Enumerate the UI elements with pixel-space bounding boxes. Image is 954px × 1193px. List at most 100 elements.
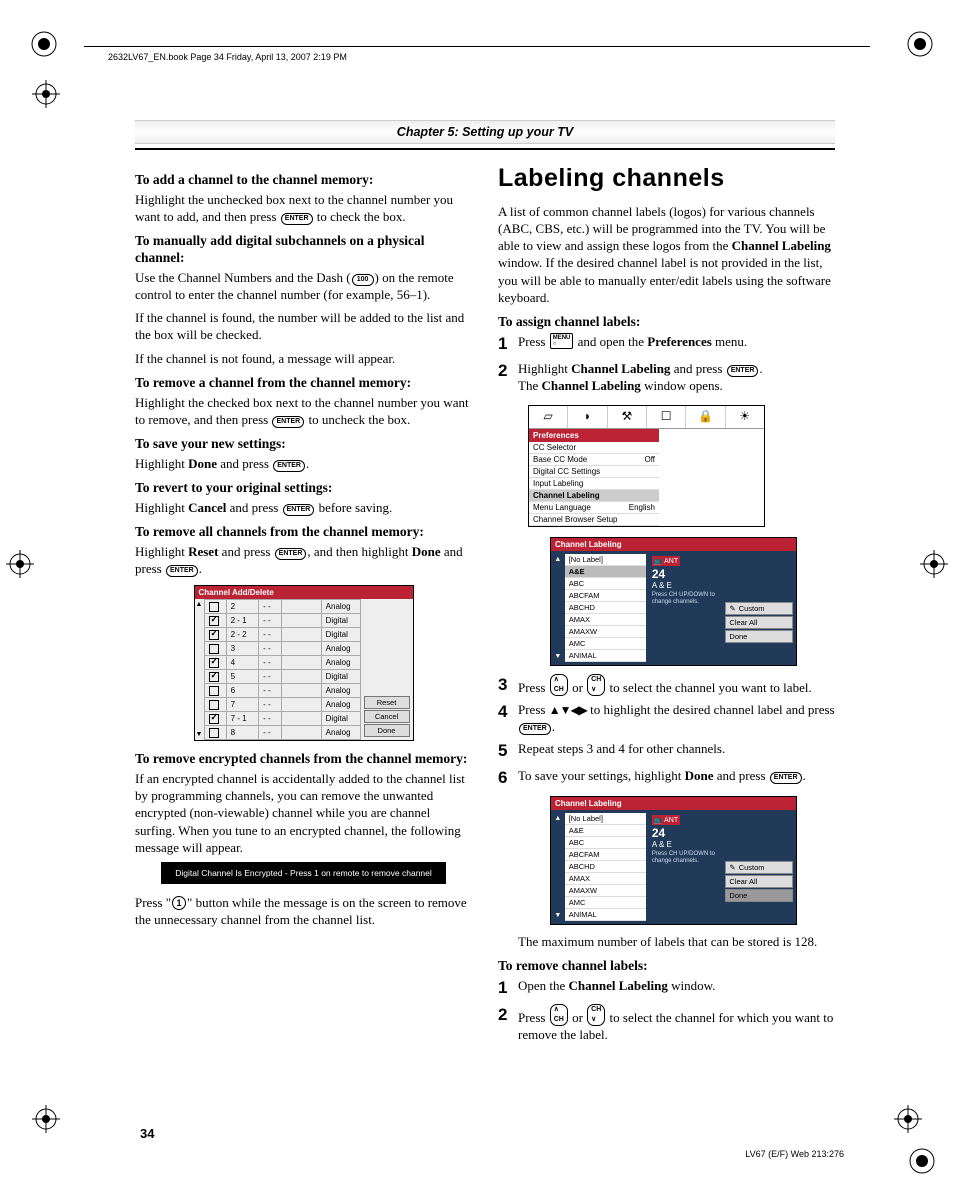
list-item[interactable]: [No Label] [565, 554, 646, 566]
tab-preferences-icon[interactable]: ☀ [726, 406, 764, 428]
list-item[interactable]: ABCFAM [565, 590, 646, 602]
table-row: 2 - 1- -Digital [205, 614, 360, 628]
list-item[interactable]: AMC [565, 638, 646, 650]
list-item[interactable]: A&E [565, 566, 646, 578]
checkbox-icon[interactable] [209, 728, 219, 738]
list-item[interactable]: AMAX [565, 873, 646, 885]
checkbox-icon[interactable] [209, 644, 219, 654]
menu-item[interactable]: Menu LanguageEnglish [529, 502, 659, 514]
list-item[interactable]: AMC [565, 897, 646, 909]
menu-item[interactable]: Channel Labeling [529, 490, 659, 502]
custom-button[interactable]: ✎ Custom [725, 602, 793, 615]
dash-100-icon: 100 [352, 274, 374, 286]
list-item[interactable]: A&E [565, 825, 646, 837]
right-column: Labeling channels A list of common chann… [498, 164, 835, 1048]
tab-picture-icon[interactable]: ▱ [529, 406, 568, 428]
tab-audio-icon[interactable]: ◗ [568, 406, 607, 428]
list-item[interactable]: ABCFAM [565, 849, 646, 861]
reset-button[interactable]: Reset [364, 696, 410, 709]
menu-icon: MENU○ [550, 333, 574, 349]
osd-title: Channel Labeling [551, 538, 796, 551]
checkbox-icon[interactable] [209, 686, 219, 696]
hint-text: Press CH UP/DOWN to change channels. [652, 592, 720, 606]
clear-all-button[interactable]: Clear All [725, 616, 793, 629]
done-button[interactable]: Done [364, 724, 410, 737]
done-button[interactable]: Done [725, 889, 793, 902]
cancel-button[interactable]: Cancel [364, 710, 410, 723]
body-text: Highlight Done and press ENTER. [135, 455, 472, 472]
custom-button[interactable]: ✎ Custom [725, 861, 793, 874]
clear-all-button[interactable]: Clear All [725, 875, 793, 888]
label-list[interactable]: [No Label]A&EABCABCFAMABCHDAMAXAMAXWAMCA… [565, 554, 646, 662]
section-head: To revert to your original settings: [135, 480, 472, 497]
section-head: To assign channel labels: [498, 314, 835, 331]
channel-table: 2- -Analog2 - 1- -Digital2 - 2- -Digital… [204, 599, 360, 740]
step-body: Highlight Channel Labeling and press ENT… [518, 360, 835, 395]
list-item[interactable]: ABCHD [565, 602, 646, 614]
body-text: Highlight Cancel and press ENTER before … [135, 499, 472, 516]
table-row: 7 - 1- -Digital [205, 712, 360, 726]
list-item[interactable]: AMAXW [565, 885, 646, 897]
channel-add-delete-osd: Channel Add/Delete ▲▼ 2- -Analog2 - 1- -… [194, 585, 414, 741]
body-text: If the channel is not found, a message w… [135, 350, 472, 367]
ch-down-icon: CH∨ [587, 674, 605, 696]
step-number: 1 [498, 333, 518, 356]
enter-icon: ENTER [272, 416, 304, 428]
body-text: Highlight the unchecked box next to the … [135, 191, 472, 225]
step-number: 2 [498, 1004, 518, 1027]
enter-icon: ENTER [770, 772, 802, 784]
channel-label: A & E [652, 840, 720, 849]
body-text: Press "1" button while the message is on… [135, 894, 472, 928]
list-item[interactable]: ANIMAL [565, 650, 646, 662]
label-list[interactable]: [No Label]A&EABCABCFAMABCHDAMAXAMAXWAMCA… [565, 813, 646, 921]
checkbox-icon[interactable] [209, 672, 219, 682]
register-mark-icon [32, 80, 60, 108]
ant-badge: 📺 ANT [652, 815, 680, 825]
menu-item[interactable]: CC Selector [529, 442, 659, 454]
checkbox-icon[interactable] [209, 616, 219, 626]
menu-item[interactable]: Base CC ModeOff [529, 454, 659, 466]
body-text: If an encrypted channel is accidentally … [135, 770, 472, 856]
checkbox-icon[interactable] [209, 658, 219, 668]
table-row: 8- -Analog [205, 726, 360, 740]
table-row: 6- -Analog [205, 684, 360, 698]
section-head: To manually add digital subchannels on a… [135, 233, 472, 267]
list-item[interactable]: [No Label] [565, 813, 646, 825]
step-body: Open the Channel Labeling window. [518, 977, 835, 995]
list-item[interactable]: AMAX [565, 614, 646, 626]
done-button[interactable]: Done [725, 630, 793, 643]
running-header: 2632LV67_EN.book Page 34 Friday, April 1… [108, 52, 347, 62]
ch-up-icon: ∧CH [550, 674, 568, 696]
table-row: 3- -Analog [205, 642, 360, 656]
step-body: To save your settings, highlight Done an… [518, 767, 835, 785]
checkbox-icon[interactable] [209, 630, 219, 640]
body-text: Use the Channel Numbers and the Dash (10… [135, 269, 472, 303]
hint-text: Press CH UP/DOWN to change channels. [652, 851, 720, 865]
body-text: The maximum number of labels that can be… [518, 933, 835, 950]
list-item[interactable]: ABC [565, 837, 646, 849]
list-item[interactable]: ABCHD [565, 861, 646, 873]
menu-header: Preferences [529, 429, 659, 442]
section-head: To add a channel to the channel memory: [135, 172, 472, 189]
list-item[interactable]: AMAXW [565, 626, 646, 638]
list-item[interactable]: ANIMAL [565, 909, 646, 921]
checkbox-icon[interactable] [209, 714, 219, 724]
ant-badge: 📺 ANT [652, 556, 680, 566]
table-row: 7- -Analog [205, 698, 360, 712]
register-mark-icon [6, 550, 34, 578]
chapter-rule [135, 148, 835, 150]
tab-setup-icon[interactable]: ⚒ [608, 406, 647, 428]
tab-locks-icon[interactable]: 🔒 [686, 406, 725, 428]
menu-item[interactable]: Channel Browser Setup [529, 514, 659, 526]
menu-item[interactable]: Input Labeling [529, 478, 659, 490]
checkbox-icon[interactable] [209, 602, 219, 612]
body-text: Highlight Reset and press ENTER, and the… [135, 543, 472, 577]
checkbox-icon[interactable] [209, 700, 219, 710]
step-number: 1 [498, 977, 518, 1000]
list-item[interactable]: ABC [565, 578, 646, 590]
tab-applications-icon[interactable]: ☐ [647, 406, 686, 428]
menu-item[interactable]: Digital CC Settings [529, 466, 659, 478]
ch-up-icon: ∧CH [550, 1004, 568, 1026]
enter-icon: ENTER [273, 460, 305, 472]
section-head: To remove encrypted channels from the ch… [135, 751, 472, 768]
